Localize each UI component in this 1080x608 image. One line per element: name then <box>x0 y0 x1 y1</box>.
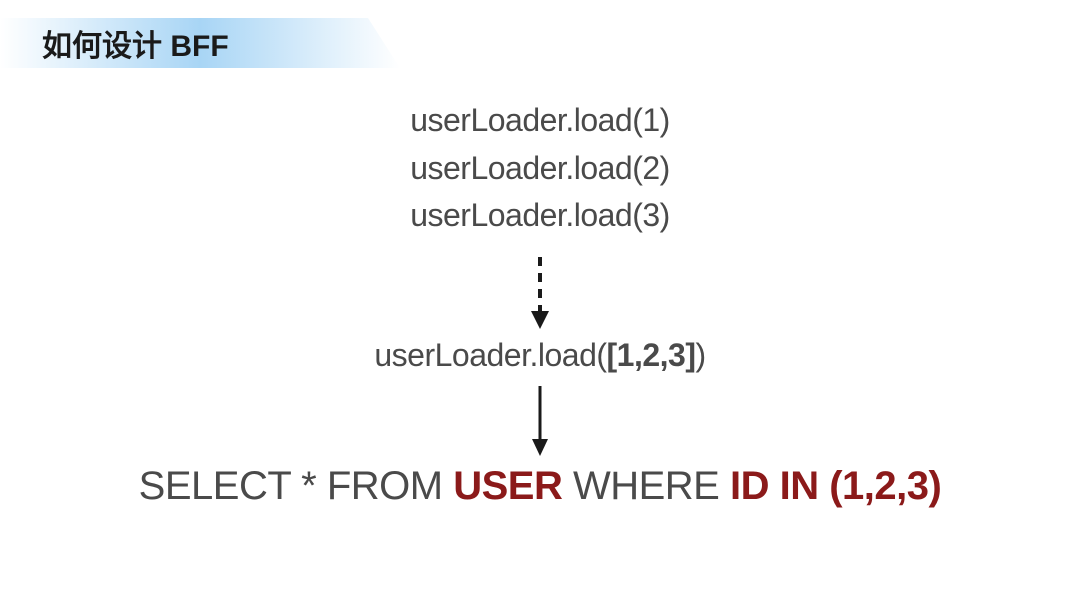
code-line-1: userLoader.load(1) <box>410 100 670 142</box>
batch-suffix: ) <box>696 337 706 373</box>
batch-code-line: userLoader.load([1,2,3]) <box>374 337 705 374</box>
arrow-solid-icon <box>538 384 542 454</box>
sql-highlight-user: USER <box>453 464 562 508</box>
sql-highlight-idin: ID IN (1,2,3) <box>730 464 941 508</box>
arrow-dashed-icon <box>538 255 542 325</box>
title-banner: 如何设计 BFF <box>0 18 400 68</box>
code-line-3: userLoader.load(3) <box>410 195 670 237</box>
sql-line: SELECT * FROM USER WHERE ID IN (1,2,3) <box>139 464 942 509</box>
sql-part2: WHERE <box>562 464 730 508</box>
batch-arg: [1,2,3] <box>607 337 696 373</box>
slide-title: 如何设计 BFF <box>42 21 229 65</box>
sql-part1: SELECT * FROM <box>139 464 454 508</box>
batch-prefix: userLoader.load( <box>374 337 606 373</box>
diagram-content: userLoader.load(1) userLoader.load(2) us… <box>0 100 1080 509</box>
code-line-2: userLoader.load(2) <box>410 148 670 190</box>
